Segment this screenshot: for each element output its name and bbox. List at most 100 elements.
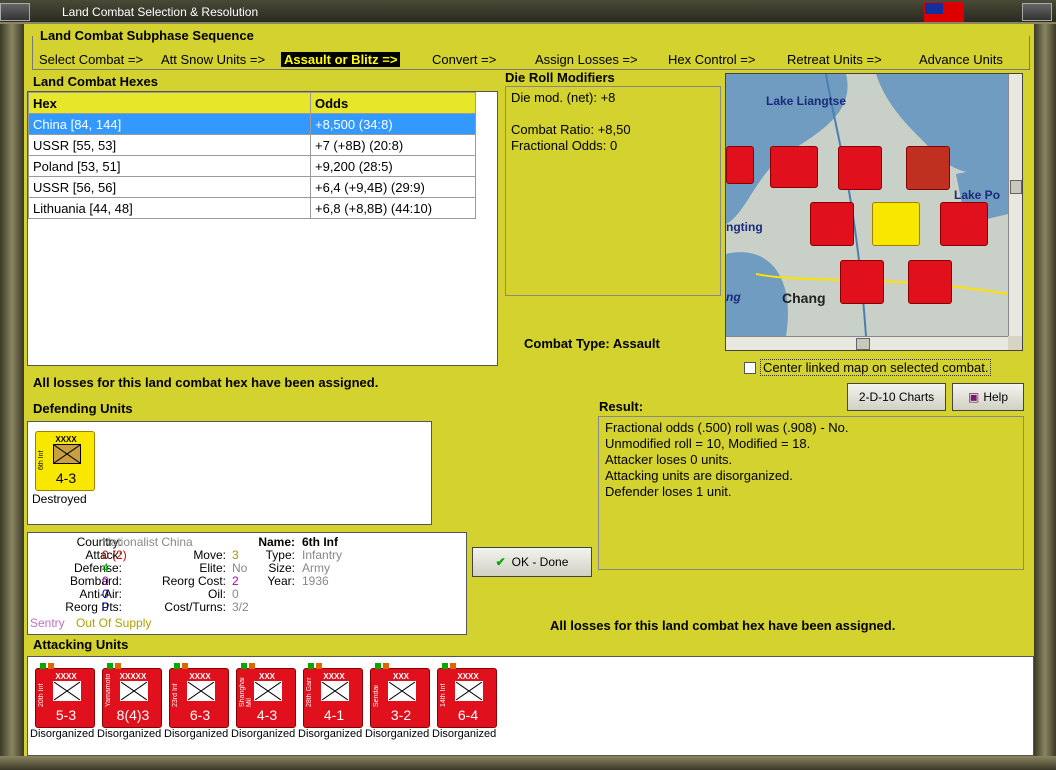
map-unit-counter[interactable] bbox=[810, 202, 854, 246]
step-att-snow-units: Att Snow Units => bbox=[161, 52, 266, 67]
attacking-unit-status: Disorganized bbox=[298, 728, 363, 740]
detail-value: Infantry bbox=[302, 548, 343, 562]
unit-value: 6-3 bbox=[189, 707, 211, 723]
detail-label: Anti-Air: bbox=[79, 587, 122, 601]
attacking-units-list[interactable]: XXXX 20th Inf 5-3 Disorganized XXXXX Yamamoto… bbox=[27, 656, 1034, 756]
map-vertical-scroll-thumb[interactable] bbox=[1010, 180, 1022, 194]
attacking-unit-status: Disorganized bbox=[164, 728, 229, 740]
unit-size: XXXXX bbox=[119, 672, 147, 681]
window-frame-bottom bbox=[0, 756, 1056, 770]
map-unit-counter[interactable] bbox=[838, 146, 882, 190]
detail-value: 0 bbox=[102, 587, 109, 601]
center-map-checkbox[interactable] bbox=[744, 362, 756, 374]
attacking-unit-counter[interactable]: XXXX 23rd Inf 6-3 bbox=[169, 663, 229, 728]
hexes-heading: Land Combat Hexes bbox=[33, 74, 158, 89]
detail-label: Reorg Cost: bbox=[161, 574, 226, 588]
unit-value: 4-3 bbox=[256, 707, 278, 723]
map-unit-counter-selected[interactable] bbox=[872, 202, 920, 246]
help-button-label: Help bbox=[983, 390, 1009, 404]
map-vertical-scrollbar[interactable] bbox=[1008, 74, 1022, 336]
map-unit-counter[interactable] bbox=[906, 146, 950, 190]
infantry-symbol-icon bbox=[455, 681, 483, 701]
title-bar: Land Combat Selection & Resolution bbox=[0, 0, 1056, 24]
infantry-symbol-icon bbox=[254, 681, 282, 701]
system-menu-button[interactable] bbox=[0, 3, 30, 21]
detail-value: Nationalist China bbox=[102, 535, 193, 549]
detail-label: Size: bbox=[268, 561, 295, 575]
modifier-line: Die mod. (net): +8 bbox=[511, 90, 616, 105]
column-header-hex[interactable]: Hex bbox=[28, 92, 311, 114]
hex-cell: USSR [56, 56] bbox=[28, 176, 311, 198]
losses-message-bottom: All losses for this land combat hex have… bbox=[550, 618, 896, 633]
attacking-unit-counter[interactable]: XXX Sendai 3-2 bbox=[370, 663, 430, 728]
unit-name: Shanghai Mil bbox=[239, 677, 253, 707]
step-advance-units: Advance Units bbox=[919, 52, 1003, 67]
map-unit-counter[interactable] bbox=[770, 146, 818, 188]
help-button[interactable]: ▣ Help bbox=[952, 383, 1024, 411]
table-row[interactable]: USSR [56, 56] +6,4 (+9,4B) (29:9) bbox=[28, 176, 476, 198]
detail-value: Army bbox=[302, 561, 330, 575]
defending-unit-counter[interactable]: XXXX 6th Inf 4-3 bbox=[35, 431, 95, 491]
map-horizontal-scrollbar[interactable] bbox=[726, 336, 1008, 350]
defending-units-list[interactable]: XXXX 6th Inf 4-3 Destroyed bbox=[27, 421, 432, 525]
map-unit-counter[interactable] bbox=[726, 146, 754, 184]
modifier-line: Fractional Odds: 0 bbox=[511, 138, 618, 153]
attacking-heading: Attacking Units bbox=[33, 637, 129, 652]
attacking-unit-counter[interactable]: XXXXX Yamamoto 8(4)3 bbox=[102, 663, 162, 728]
detail-label: Move: bbox=[193, 548, 226, 562]
sentry-status: Sentry bbox=[30, 616, 65, 630]
close-button[interactable] bbox=[1022, 3, 1052, 21]
column-header-odds[interactable]: Odds bbox=[310, 92, 476, 114]
attacking-unit-counter[interactable]: XXXX 14th Inf 6-4 bbox=[437, 663, 497, 728]
charts-button[interactable]: 2-D-10 Charts bbox=[847, 383, 946, 411]
map-unit-counter[interactable] bbox=[940, 202, 988, 246]
infantry-symbol-icon bbox=[321, 681, 349, 701]
map-unit-counter[interactable] bbox=[840, 260, 884, 304]
step-assign-losses: Assign Losses => bbox=[535, 52, 638, 67]
defending-heading: Defending Units bbox=[33, 401, 133, 416]
hexes-list[interactable]: Hex Odds China [84, 144] +8,500 (34:8) USS… bbox=[27, 91, 498, 366]
help-book-icon: ▣ bbox=[967, 390, 980, 404]
detail-label: Oil: bbox=[208, 587, 226, 601]
detail-value: 0 bbox=[232, 587, 239, 601]
detail-value: 2 bbox=[232, 574, 239, 588]
table-row[interactable]: China [84, 144] +8,500 (34:8) bbox=[28, 113, 476, 135]
step-assault-or-blitz: Assault or Blitz => bbox=[281, 52, 401, 67]
odds-cell: +7 (+8B) (20:8) bbox=[310, 134, 476, 156]
attacking-unit-status: Disorganized bbox=[231, 728, 296, 740]
combat-type-label: Combat Type: bbox=[524, 336, 610, 351]
table-row[interactable]: USSR [55, 53] +7 (+8B) (20:8) bbox=[28, 134, 476, 156]
detail-label: Cost/Turns: bbox=[164, 600, 226, 614]
table-row[interactable]: Poland [53, 51] +9,200 (28:5) bbox=[28, 155, 476, 177]
step-select-combat: Select Combat => bbox=[39, 52, 144, 67]
attacking-unit-counter[interactable]: XXXX 28th Garr 4-1 bbox=[303, 663, 363, 728]
linked-map[interactable]: Lake Liangtse Lake Po ngting Chang ng bbox=[725, 73, 1023, 351]
attacking-unit-status: Disorganized bbox=[97, 728, 162, 740]
unit-size: XXXX bbox=[323, 672, 345, 681]
flag-icon bbox=[924, 2, 964, 22]
result-line: Unmodified roll = 10, Modified = 18. bbox=[605, 436, 811, 451]
center-map-label[interactable]: Center linked map on selected combat. bbox=[760, 359, 992, 376]
window-title: Land Combat Selection & Resolution bbox=[62, 5, 259, 19]
detail-label: Reorg Pts: bbox=[65, 600, 122, 614]
odds-cell: +6,4 (+9,4B) (29:9) bbox=[310, 176, 476, 198]
step-retreat-units: Retreat Units => bbox=[787, 52, 882, 67]
unit-name: 20th Inf bbox=[38, 683, 45, 707]
map-label: Chang bbox=[782, 290, 826, 306]
modifier-line: Combat Ratio: +8,50 bbox=[511, 122, 631, 137]
unit-name: 23rd Inf bbox=[172, 683, 179, 707]
odds-cell: +6,8 (+8,8B) (44:10) bbox=[310, 197, 476, 219]
result-line: Attacking units are disorganized. bbox=[605, 468, 793, 483]
attacking-unit-status: Disorganized bbox=[30, 728, 95, 740]
table-row[interactable]: Lithuania [44, 48] +6,8 (+8,8B) (44:10) bbox=[28, 197, 476, 219]
hex-cell: USSR [55, 53] bbox=[28, 134, 311, 156]
odds-cell: +8,500 (34:8) bbox=[310, 113, 476, 135]
unit-value: 6-4 bbox=[457, 707, 479, 723]
attacking-unit-counter[interactable]: XXXX 20th Inf 5-3 bbox=[35, 663, 95, 728]
map-unit-counter[interactable] bbox=[908, 260, 952, 304]
map-horizontal-scroll-thumb[interactable] bbox=[856, 338, 870, 350]
attacking-unit-counter[interactable]: XXX Shanghai Mil 4-3 bbox=[236, 663, 296, 728]
detail-value: 0 (2) bbox=[102, 548, 127, 562]
ok-done-button[interactable]: ✔ OK - Done bbox=[472, 547, 592, 577]
detail-value: 3 bbox=[232, 548, 239, 562]
